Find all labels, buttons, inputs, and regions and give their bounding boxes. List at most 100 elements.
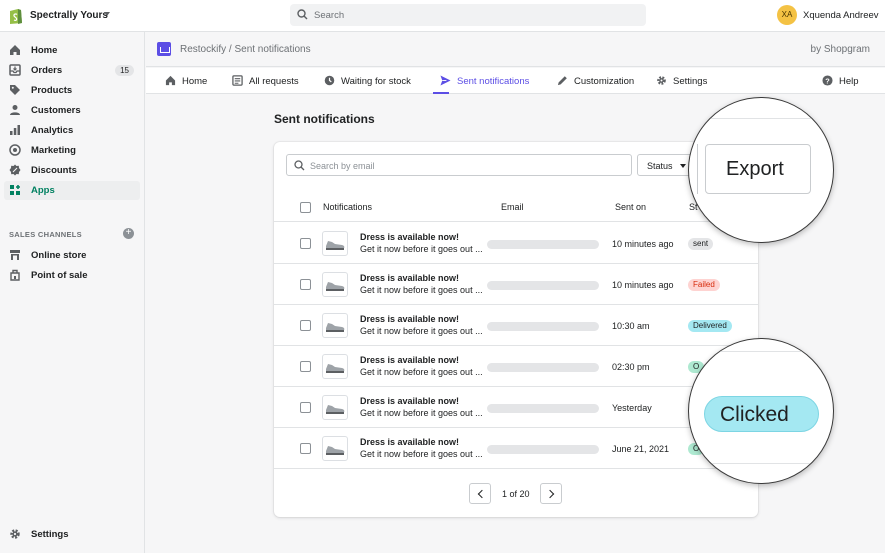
notification-title: Dress is available now! [360, 273, 460, 283]
add-channel-icon[interactable]: + [123, 228, 134, 239]
breadcrumb: Restockify / Sent notifications [180, 44, 311, 55]
person-icon [10, 105, 20, 115]
sidebar-item-label: Home [31, 45, 58, 56]
sidebar-item-label: Apps [31, 185, 55, 196]
sidebar-item-label: Customers [31, 105, 81, 116]
row-checkbox[interactable] [300, 320, 311, 331]
sidebar-item-point-of-sale[interactable]: Point of sale [4, 266, 140, 285]
table-row[interactable]: Dress is available now! Get it now befor… [274, 305, 758, 346]
email-placeholder-bar [487, 404, 599, 413]
email-placeholder-bar [487, 445, 599, 454]
email-placeholder-bar [487, 322, 599, 331]
chevron-down-icon [680, 164, 686, 168]
sidebar-item-home[interactable]: Home [4, 41, 140, 60]
chevron-down-icon[interactable] [104, 12, 110, 16]
sidebar-item-settings[interactable]: Settings [4, 525, 140, 544]
sidebar-item-orders[interactable]: Orders 15 [4, 61, 140, 80]
table-row[interactable]: Dress is available now! Get it now befor… [274, 223, 758, 264]
app-header: Restockify / Sent notifications by Shopg… [146, 32, 885, 67]
bar-chart-icon [10, 125, 20, 135]
column-sent-on[interactable]: Sent on [615, 202, 646, 212]
avatar[interactable]: XA [777, 5, 797, 25]
product-thumbnail [322, 395, 348, 420]
sneaker-icon [326, 405, 345, 414]
sidebar: Home Orders 15 Products Customers Analyt… [0, 32, 145, 553]
notification-body: Get it now before it goes out ... [360, 285, 483, 295]
row-checkbox[interactable] [300, 443, 311, 454]
notification-body: Get it now before it goes out ... [360, 408, 483, 418]
status-filter-label: Status [647, 161, 673, 171]
orders-icon [9, 64, 21, 76]
notifications-card: Search by email Status Notifications Ema… [274, 142, 758, 517]
sent-on-value: June 21, 2021 [612, 444, 670, 454]
pencil-icon [557, 76, 567, 86]
row-checkbox[interactable] [300, 238, 311, 249]
tab-label: Sent notifications [457, 76, 530, 87]
clicked-status-magnifier: Clicked [688, 338, 834, 484]
divider [689, 351, 833, 352]
sidebar-item-customers[interactable]: Customers [4, 101, 140, 120]
sales-channels-heading: SALES CHANNELS [9, 230, 82, 239]
email-placeholder-bar [487, 281, 599, 290]
product-thumbnail [322, 313, 348, 338]
email-search-input[interactable]: Search by email [286, 154, 632, 176]
sneaker-icon [326, 282, 345, 291]
sidebar-item-online-store[interactable]: Online store [4, 246, 140, 265]
notification-title: Dress is available now! [360, 437, 460, 447]
sent-on-value: 10:30 am [612, 321, 650, 331]
table-row[interactable]: Dress is available now! Get it now befor… [274, 264, 758, 305]
apps-icon [10, 185, 20, 195]
export-button[interactable]: Export [705, 144, 811, 194]
next-page-button[interactable] [540, 483, 562, 504]
global-search-placeholder: Search [314, 10, 345, 21]
divider [697, 144, 698, 194]
row-checkbox[interactable] [300, 279, 311, 290]
row-checkbox[interactable] [300, 361, 311, 372]
gear-icon [657, 76, 666, 85]
tab-label: All requests [249, 76, 299, 87]
product-thumbnail [322, 272, 348, 297]
column-email[interactable]: Email [501, 202, 524, 212]
top-bar: Spectrally Yours Search XA Xquenda Andre… [0, 0, 885, 32]
sidebar-item-discounts[interactable]: Discounts [4, 161, 140, 180]
table-row[interactable]: Dress is available now! Get it now befor… [274, 387, 758, 428]
status-badge: sent [688, 238, 714, 250]
sidebar-item-analytics[interactable]: Analytics [4, 121, 140, 140]
select-all-checkbox[interactable] [300, 202, 311, 213]
status-filter-button[interactable]: Status [637, 154, 693, 176]
table-row[interactable]: Dress is available now! Get it now befor… [274, 428, 758, 469]
app-tabs: Home All requests Waiting for stock Sent… [146, 68, 885, 94]
sidebar-item-products[interactable]: Products [4, 81, 140, 100]
sneaker-icon [326, 323, 345, 332]
product-thumbnail [322, 354, 348, 379]
sidebar-item-label: Discounts [31, 165, 77, 176]
notification-title: Dress is available now! [360, 396, 460, 406]
email-placeholder-bar [487, 363, 599, 372]
clock-icon [324, 75, 335, 86]
page-title: Sent notifications [274, 112, 375, 126]
notification-body: Get it now before it goes out ... [360, 367, 483, 377]
sidebar-item-marketing[interactable]: Marketing [4, 141, 140, 160]
pos-icon [10, 269, 20, 281]
send-icon [440, 75, 451, 86]
notification-title: Dress is available now! [360, 314, 460, 324]
svg-text:?: ? [825, 76, 830, 85]
global-search-input[interactable]: Search [290, 4, 646, 26]
row-checkbox[interactable] [300, 402, 311, 413]
notification-title: Dress is available now! [360, 355, 460, 365]
user-name[interactable]: Xquenda Andreev [803, 10, 879, 21]
sidebar-item-apps[interactable]: Apps [4, 181, 140, 200]
shopify-logo-icon[interactable] [8, 7, 23, 25]
tab-label: Customization [574, 76, 635, 87]
search-icon [294, 160, 305, 171]
sneaker-icon [326, 446, 345, 455]
target-icon [9, 144, 21, 156]
column-notifications[interactable]: Notifications [323, 202, 372, 212]
tab-label: Waiting for stock [341, 76, 411, 87]
notification-title: Dress is available now! [360, 232, 460, 242]
status-badge-clicked: Clicked [704, 396, 819, 432]
export-button-label: Export [726, 158, 784, 180]
store-name[interactable]: Spectrally Yours [30, 10, 108, 21]
previous-page-button[interactable] [469, 483, 491, 504]
table-row[interactable]: Dress is available now! Get it now befor… [274, 346, 758, 387]
